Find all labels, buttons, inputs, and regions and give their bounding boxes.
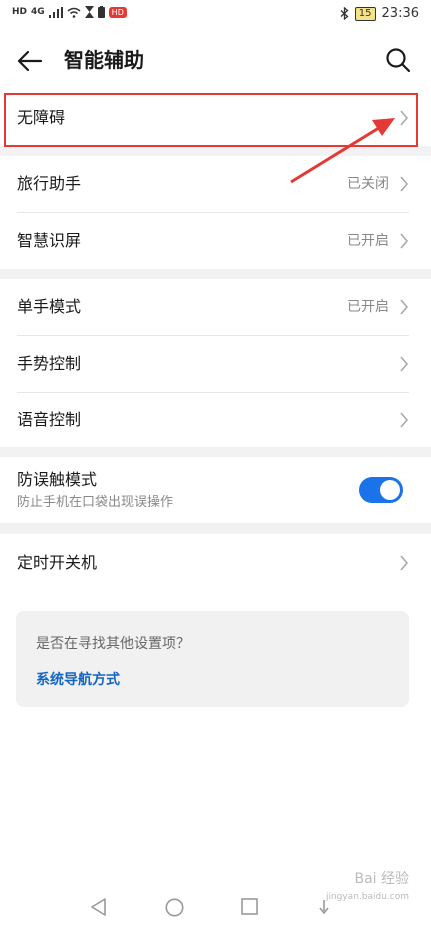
pocket-mode-toggle[interactable] (359, 477, 403, 503)
back-arrow-icon[interactable] (16, 47, 44, 75)
baidu-jingyan-watermark: Bai 经验 jingyan.baidu.com (326, 870, 409, 906)
chevron-right-icon (400, 555, 409, 571)
watermark-url: jingyan.baidu.com (325, 892, 409, 902)
setting-row-one-hand-mode[interactable]: 单手模式 已开启 (0, 279, 431, 335)
row-label: 语音控制 (17, 410, 82, 429)
setting-row-smart-screen[interactable]: 智慧识屏 已开启 (0, 213, 431, 269)
section-gap (0, 447, 431, 457)
nav-back-icon[interactable] (90, 898, 108, 916)
network-indicator: 4G (31, 7, 45, 17)
row-status: 已开启 (347, 299, 389, 315)
system-navigation-link[interactable]: 系统导航方式 (36, 669, 120, 689)
clock: 23:36 (381, 6, 419, 21)
chevron-right-icon (400, 299, 409, 315)
setting-row-travel-assistant[interactable]: 旅行助手 已关闭 (0, 156, 431, 212)
section-gap (0, 269, 431, 279)
battery-level: 15 (354, 6, 376, 21)
bluetooth-icon (340, 7, 349, 20)
setting-row-scheduled-power[interactable]: 定时开关机 (0, 534, 431, 592)
hd-indicator: HD (12, 7, 28, 17)
chevron-right-icon (400, 356, 409, 372)
row-status: 已关闭 (347, 176, 389, 192)
status-indicators: HD 4G HD (12, 6, 127, 18)
row-sublabel: 防止手机在口袋出现误操作 (17, 495, 174, 510)
hd-badge: HD (108, 6, 127, 18)
chevron-right-icon (400, 412, 409, 428)
annotation-highlight-box (4, 93, 418, 147)
row-label: 定时开关机 (17, 553, 98, 572)
watermark-main: Bai 经验 (354, 871, 409, 887)
app-bar: 智能辅助 (0, 30, 431, 90)
row-label: 智慧识屏 (17, 231, 82, 250)
signal-icon (48, 6, 63, 18)
row-label: 防误触模式 (17, 470, 98, 489)
status-right: 15 23:36 (340, 6, 419, 21)
nav-home-icon[interactable] (165, 898, 184, 917)
chevron-right-icon (400, 176, 409, 192)
small-battery-icon (97, 6, 105, 18)
wifi-icon (67, 7, 81, 18)
setting-row-gesture-control[interactable]: 手势控制 (0, 336, 431, 392)
section-gap (0, 523, 431, 534)
section-gap (0, 146, 431, 156)
chevron-right-icon (400, 233, 409, 249)
status-bar: HD 4G HD 15 23:36 (0, 0, 431, 30)
row-label: 手势控制 (17, 354, 82, 373)
nav-recents-icon[interactable] (241, 898, 258, 915)
toggle-knob (380, 480, 400, 500)
hourglass-icon (84, 6, 94, 18)
suggestion-card: 是否在寻找其他设置项？ 系统导航方式 (16, 611, 409, 707)
search-icon[interactable] (385, 47, 411, 73)
row-label: 旅行助手 (17, 174, 82, 193)
page-title: 智能辅助 (64, 48, 144, 72)
setting-row-pocket-mode: 防误触模式 防止手机在口袋出现误操作 (0, 457, 431, 523)
row-label: 单手模式 (17, 297, 82, 316)
row-status: 已开启 (347, 233, 389, 249)
suggestion-question: 是否在寻找其他设置项？ (36, 636, 190, 652)
setting-row-voice-control[interactable]: 语音控制 (0, 393, 431, 447)
